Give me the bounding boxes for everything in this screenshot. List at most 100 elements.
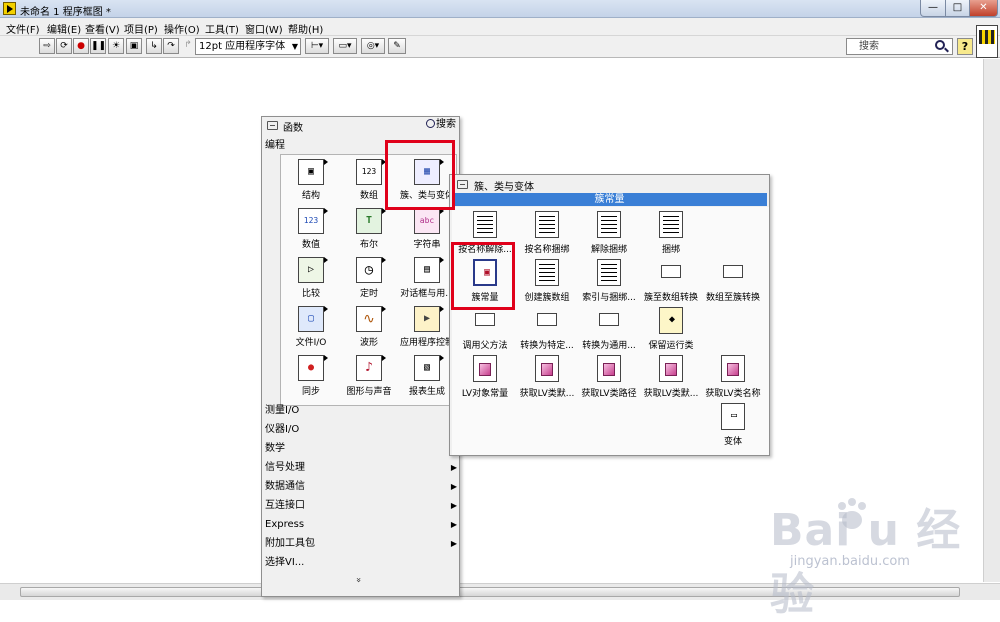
category-express[interactable]: Express ▶ bbox=[265, 516, 457, 534]
step-into-button[interactable]: ↳ bbox=[146, 38, 162, 54]
palette-item-label: 同步 bbox=[301, 387, 320, 397]
category-signal-processing[interactable]: 信号处理 ▶ bbox=[265, 459, 457, 477]
maximize-button[interactable]: □ bbox=[945, 0, 970, 17]
palette-item-comparison[interactable]: ▷ 比较 bbox=[281, 253, 341, 302]
boolean-glyph: T bbox=[365, 215, 373, 226]
close-button[interactable]: ✕ bbox=[969, 0, 998, 17]
align-objects-dropdown[interactable]: ⊢▾ bbox=[305, 38, 329, 54]
distribute-objects-dropdown[interactable]: ▭▾ bbox=[333, 38, 357, 54]
pause-button[interactable]: ❚❚ bbox=[90, 38, 106, 54]
search-icon[interactable] bbox=[935, 40, 945, 50]
file-io-icon: ▢ bbox=[298, 306, 328, 332]
index-and-bundle-icon bbox=[597, 259, 621, 286]
category-select-vi[interactable]: 选择VI... bbox=[265, 554, 457, 572]
category-data-communication[interactable]: 数据通信 ▶ bbox=[265, 478, 457, 496]
cluster-item-variant[interactable]: ▭ 变体 bbox=[702, 401, 764, 449]
menu-project[interactable]: 项目(P) bbox=[124, 21, 158, 36]
graphics-glyph: ♪ bbox=[365, 360, 373, 375]
cluster-item-label: 数组至簇转换 bbox=[705, 293, 760, 303]
menu-window[interactable]: 窗口(W) bbox=[245, 21, 283, 36]
cluster-item-build-cluster-array[interactable]: 创建簇数组 bbox=[516, 257, 578, 305]
palette-item-report-generation[interactable]: ▧ 报表生成 bbox=[397, 351, 457, 400]
menu-file[interactable]: 文件(F) bbox=[6, 21, 40, 36]
cluster-item-get-lv-class-default-value-by-name[interactable]: 获取LV类默... bbox=[640, 353, 702, 401]
bars-glyph bbox=[601, 264, 617, 281]
cluster-item-label: 获取LV类名称 bbox=[705, 389, 761, 399]
bars-glyph bbox=[539, 216, 555, 233]
cluster-item-get-lv-class-path[interactable]: 获取LV类路径 bbox=[578, 353, 640, 401]
cluster-item-array-to-cluster[interactable]: 数组至簇转换 bbox=[702, 257, 764, 305]
abort-button[interactable]: ● bbox=[73, 38, 89, 54]
cluster-item-get-lv-class-default-value[interactable]: 获取LV类默... bbox=[516, 353, 578, 401]
palette-item-synchronization[interactable]: ● 同步 bbox=[281, 351, 341, 400]
reorder-dropdown[interactable]: ◎▾ bbox=[361, 38, 385, 54]
run-continuously-button[interactable]: ⟳ bbox=[56, 38, 72, 54]
font-select[interactable]: 12pt 应用程序字体 ▼ bbox=[195, 38, 301, 55]
palette-item-label: 波形 bbox=[359, 338, 378, 348]
cluster-item-to-more-specific[interactable]: 转换为特定... bbox=[516, 305, 578, 353]
step-over-button[interactable]: ↷ bbox=[163, 38, 179, 54]
unbundle-icon bbox=[597, 211, 621, 238]
to-more-specific-icon bbox=[537, 313, 557, 326]
palette-title: 函数 bbox=[283, 123, 303, 134]
menu-tools[interactable]: 工具(T) bbox=[205, 21, 239, 36]
run-button[interactable]: ⇨ bbox=[39, 38, 55, 54]
cluster-item-get-lv-class-name[interactable]: 获取LV类名称 bbox=[702, 353, 764, 401]
category-label: 附加工具包 bbox=[265, 538, 315, 549]
category-connectivity[interactable]: 互连接口 ▶ bbox=[265, 497, 457, 515]
paw-icon bbox=[838, 498, 866, 529]
palette-item-string[interactable]: abc 字符串 bbox=[397, 204, 457, 253]
file-io-glyph: ▢ bbox=[307, 313, 315, 324]
palette-item-application-control[interactable]: ▶ 应用程序控制 bbox=[397, 302, 457, 351]
retain-wire-values-icon[interactable]: ▣ bbox=[126, 38, 142, 54]
chevron-right-icon: ▶ bbox=[450, 539, 457, 548]
cluster-item-bundle-by-name[interactable]: 按名称捆绑 bbox=[516, 209, 578, 257]
minimize-button[interactable]: — bbox=[920, 0, 946, 17]
palette-item-numeric[interactable]: 123 数值 bbox=[281, 204, 341, 253]
cluster-item-bundle[interactable]: 捆绑 bbox=[640, 209, 702, 257]
cluster-item-label: 簇至数组转换 bbox=[643, 293, 698, 303]
expand-more-icon[interactable]: » bbox=[353, 577, 363, 583]
palette-item-file-io[interactable]: ▢ 文件I/O bbox=[281, 302, 341, 351]
menu-edit[interactable]: 编辑(E) bbox=[47, 21, 81, 36]
category-instrument-io[interactable]: 仪器I/O bbox=[265, 421, 457, 439]
category-label: 选择VI... bbox=[265, 557, 305, 568]
cluster-palette-title: 簇、类与变体 bbox=[474, 182, 534, 193]
palette-search-label: 搜索 bbox=[436, 119, 456, 130]
synchronization-icon: ● bbox=[298, 355, 328, 381]
palette-item-waveform[interactable]: ∿ 波形 bbox=[339, 302, 399, 351]
cluster-item-index-and-bundle[interactable]: 索引与捆绑... bbox=[578, 257, 640, 305]
cluster-item-preserve-runtime-class[interactable]: ◆ 保留运行类 bbox=[640, 305, 702, 353]
cluster-item-lv-object-constant[interactable]: LV对象常量 bbox=[454, 353, 516, 401]
cluster-item-label: 索引与捆绑... bbox=[582, 293, 636, 303]
pin-icon[interactable] bbox=[457, 180, 468, 189]
palette-item-boolean[interactable]: T 布尔 bbox=[339, 204, 399, 253]
palette-item-timing[interactable]: ◷ 定时 bbox=[339, 253, 399, 302]
cluster-item-label: 保留运行类 bbox=[648, 341, 694, 351]
palette-item-graphics-sound[interactable]: ♪ 图形与声音 bbox=[339, 351, 399, 400]
menu-operate[interactable]: 操作(O) bbox=[164, 21, 200, 36]
unbundle-by-name-icon bbox=[473, 211, 497, 238]
category-mathematics[interactable]: 数学 bbox=[265, 440, 457, 458]
category-addons[interactable]: 附加工具包 ▶ bbox=[265, 535, 457, 553]
array-to-cluster-icon bbox=[723, 265, 743, 278]
cluster-item-call-parent-method[interactable]: 调用父方法 bbox=[454, 305, 516, 353]
context-help-button[interactable]: ? bbox=[957, 38, 973, 55]
cluster-item-cluster-to-array[interactable]: 簇至数组转换 bbox=[640, 257, 702, 305]
menu-help[interactable]: 帮助(H) bbox=[288, 21, 323, 36]
structures-glyph: ▣ bbox=[307, 166, 315, 177]
cluster-item-to-more-generic[interactable]: 转换为通用... bbox=[578, 305, 640, 353]
category-programming[interactable]: 编程 bbox=[265, 136, 285, 151]
preserve-runtime-class-icon: ◆ bbox=[659, 307, 683, 334]
highlight-execution-icon[interactable]: ☀ bbox=[108, 38, 124, 54]
palette-item-dialog-ui[interactable]: ▤ 对话框与用... bbox=[397, 253, 457, 302]
palette-item-structures[interactable]: ▣ 结构 bbox=[281, 155, 341, 204]
cluster-item-unbundle[interactable]: 解除捆绑 bbox=[578, 209, 640, 257]
step-out-button[interactable]: ↱ bbox=[180, 38, 196, 54]
palette-search-button[interactable]: 搜索 bbox=[423, 117, 459, 132]
comparison-icon: ▷ bbox=[298, 257, 328, 283]
cleanup-diagram-icon[interactable]: ✎ bbox=[388, 38, 406, 54]
category-measurement-io[interactable]: 测量I/O bbox=[265, 402, 457, 420]
pin-icon[interactable] bbox=[267, 121, 278, 130]
menu-view[interactable]: 查看(V) bbox=[85, 21, 120, 36]
